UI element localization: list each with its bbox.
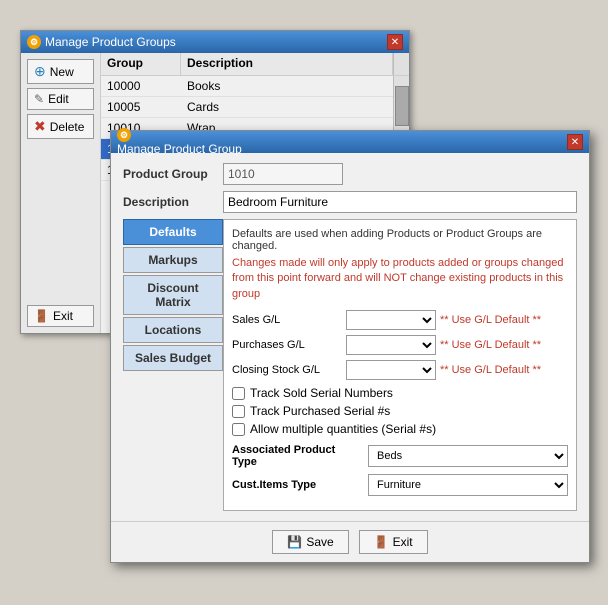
track-sold-serial-checkbox[interactable] [232,387,245,400]
scrollbar-top[interactable] [393,53,409,75]
outer-exit-label: Exit [53,309,73,323]
inner-close-button[interactable]: ✕ [567,134,583,150]
closing-stock-gl-select[interactable] [346,360,436,380]
inner-main: Defaults Markups Discount Matrix Locatio… [123,219,577,511]
edit-icon: ✎ [34,92,44,106]
inner-window-title: Manage Product Group [117,142,242,156]
closing-stock-gl-row: Closing Stock G/L ** Use G/L Default ** [232,360,568,380]
defaults-info-header: Defaults are used when adding Products o… [232,228,568,252]
inner-window-icon: ⚙ [117,128,131,142]
table-row[interactable]: 10000 Books [101,76,393,97]
table-header: Group Description [101,53,409,76]
new-label: New [50,65,74,79]
save-button[interactable]: 💾 Save [272,530,348,554]
outer-title-bar: ⚙ Manage Product Groups ✕ [21,31,409,53]
track-purchased-serial-label: Track Purchased Serial #s [250,404,390,418]
track-purchased-serial-row: Track Purchased Serial #s [232,404,568,418]
inner-window: ⚙ Manage Product Group ✕ Product Group D… [110,130,590,563]
tab-content-defaults: Defaults are used when adding Products o… [223,219,577,511]
delete-label: Delete [50,120,85,134]
assoc-section: Associated Product Type Beds Tables Chai… [232,444,568,496]
outer-window-icon: ⚙ [27,35,41,49]
scrollbar-thumb [395,86,409,126]
tab-locations[interactable]: Locations [123,317,223,343]
allow-multiple-qty-row: Allow multiple quantities (Serial #s) [232,422,568,436]
inner-exit-button[interactable]: 🚪 Exit [359,530,428,554]
defaults-info-text: Changes made will only apply to products… [232,256,568,302]
sales-gl-note: ** Use G/L Default ** [440,314,568,326]
delete-button[interactable]: ✖ Delete [27,114,94,139]
outer-close-button[interactable]: ✕ [387,34,403,50]
group-column-header: Group [101,53,181,75]
outer-title-left: ⚙ Manage Product Groups [27,35,176,49]
track-purchased-serial-checkbox[interactable] [232,405,245,418]
save-label: Save [306,535,333,549]
purchases-gl-label: Purchases G/L [232,339,342,351]
save-icon: 💾 [287,535,302,549]
table-row[interactable]: 10005 Cards [101,97,393,118]
tab-sales-budget[interactable]: Sales Budget [123,345,223,371]
edit-button[interactable]: ✎ Edit [27,88,94,110]
product-group-input[interactable] [223,163,343,185]
description-label: Description [123,195,223,209]
group-cell: 10000 [101,76,181,96]
inner-body: Product Group Description Defaults Marku… [111,153,589,521]
new-icon: ⊕ [34,63,46,80]
closing-stock-gl-note: ** Use G/L Default ** [440,364,568,376]
inner-exit-label: Exit [393,535,413,549]
allow-multiple-qty-checkbox[interactable] [232,423,245,436]
tab-markups[interactable]: Markups [123,247,223,273]
description-row: Description [123,191,577,213]
desc-cell: Cards [181,97,393,117]
purchases-gl-note: ** Use G/L Default ** [440,339,568,351]
group-cell: 10005 [101,97,181,117]
sales-gl-row: Sales G/L ** Use G/L Default ** [232,310,568,330]
inner-exit-icon: 🚪 [374,535,389,549]
inner-title-bar: ⚙ Manage Product Group ✕ [111,131,589,153]
product-group-row: Product Group [123,163,577,185]
purchases-gl-select[interactable] [346,335,436,355]
edit-label: Edit [48,92,69,106]
associated-product-type-label: Associated Product Type [232,444,362,468]
product-group-label: Product Group [123,167,223,181]
tab-discount-matrix[interactable]: Discount Matrix [123,275,223,315]
delete-icon: ✖ [34,118,46,135]
left-panel: ⊕ New ✎ Edit ✖ Delete 🚪 Exit [21,53,101,333]
sales-gl-select[interactable] [346,310,436,330]
outer-window-title: Manage Product Groups [45,35,176,49]
purchases-gl-row: Purchases G/L ** Use G/L Default ** [232,335,568,355]
inner-title-left: ⚙ Manage Product Group [117,128,242,156]
checkbox-group: Track Sold Serial Numbers Track Purchase… [232,386,568,436]
description-column-header: Description [181,53,393,75]
exit-icon: 🚪 [34,309,49,323]
track-sold-serial-row: Track Sold Serial Numbers [232,386,568,400]
closing-stock-gl-label: Closing Stock G/L [232,364,342,376]
description-input[interactable] [223,191,577,213]
desc-cell: Books [181,76,393,96]
outer-exit-button[interactable]: 🚪 Exit [27,305,94,327]
associated-product-type-select[interactable]: Beds Tables Chairs Sofas [368,445,568,467]
tab-defaults[interactable]: Defaults [123,219,223,245]
cust-items-type-label: Cust.Items Type [232,479,362,491]
associated-product-type-row: Associated Product Type Beds Tables Chai… [232,444,568,468]
cust-items-type-select[interactable]: Furniture Bedding Accessories [368,474,568,496]
allow-multiple-qty-label: Allow multiple quantities (Serial #s) [250,422,436,436]
sales-gl-label: Sales G/L [232,314,342,326]
tab-sidebar: Defaults Markups Discount Matrix Locatio… [123,219,223,511]
track-sold-serial-label: Track Sold Serial Numbers [250,386,393,400]
bottom-bar: 💾 Save 🚪 Exit [111,521,589,562]
new-button[interactable]: ⊕ New [27,59,94,84]
cust-items-type-row: Cust.Items Type Furniture Bedding Access… [232,474,568,496]
